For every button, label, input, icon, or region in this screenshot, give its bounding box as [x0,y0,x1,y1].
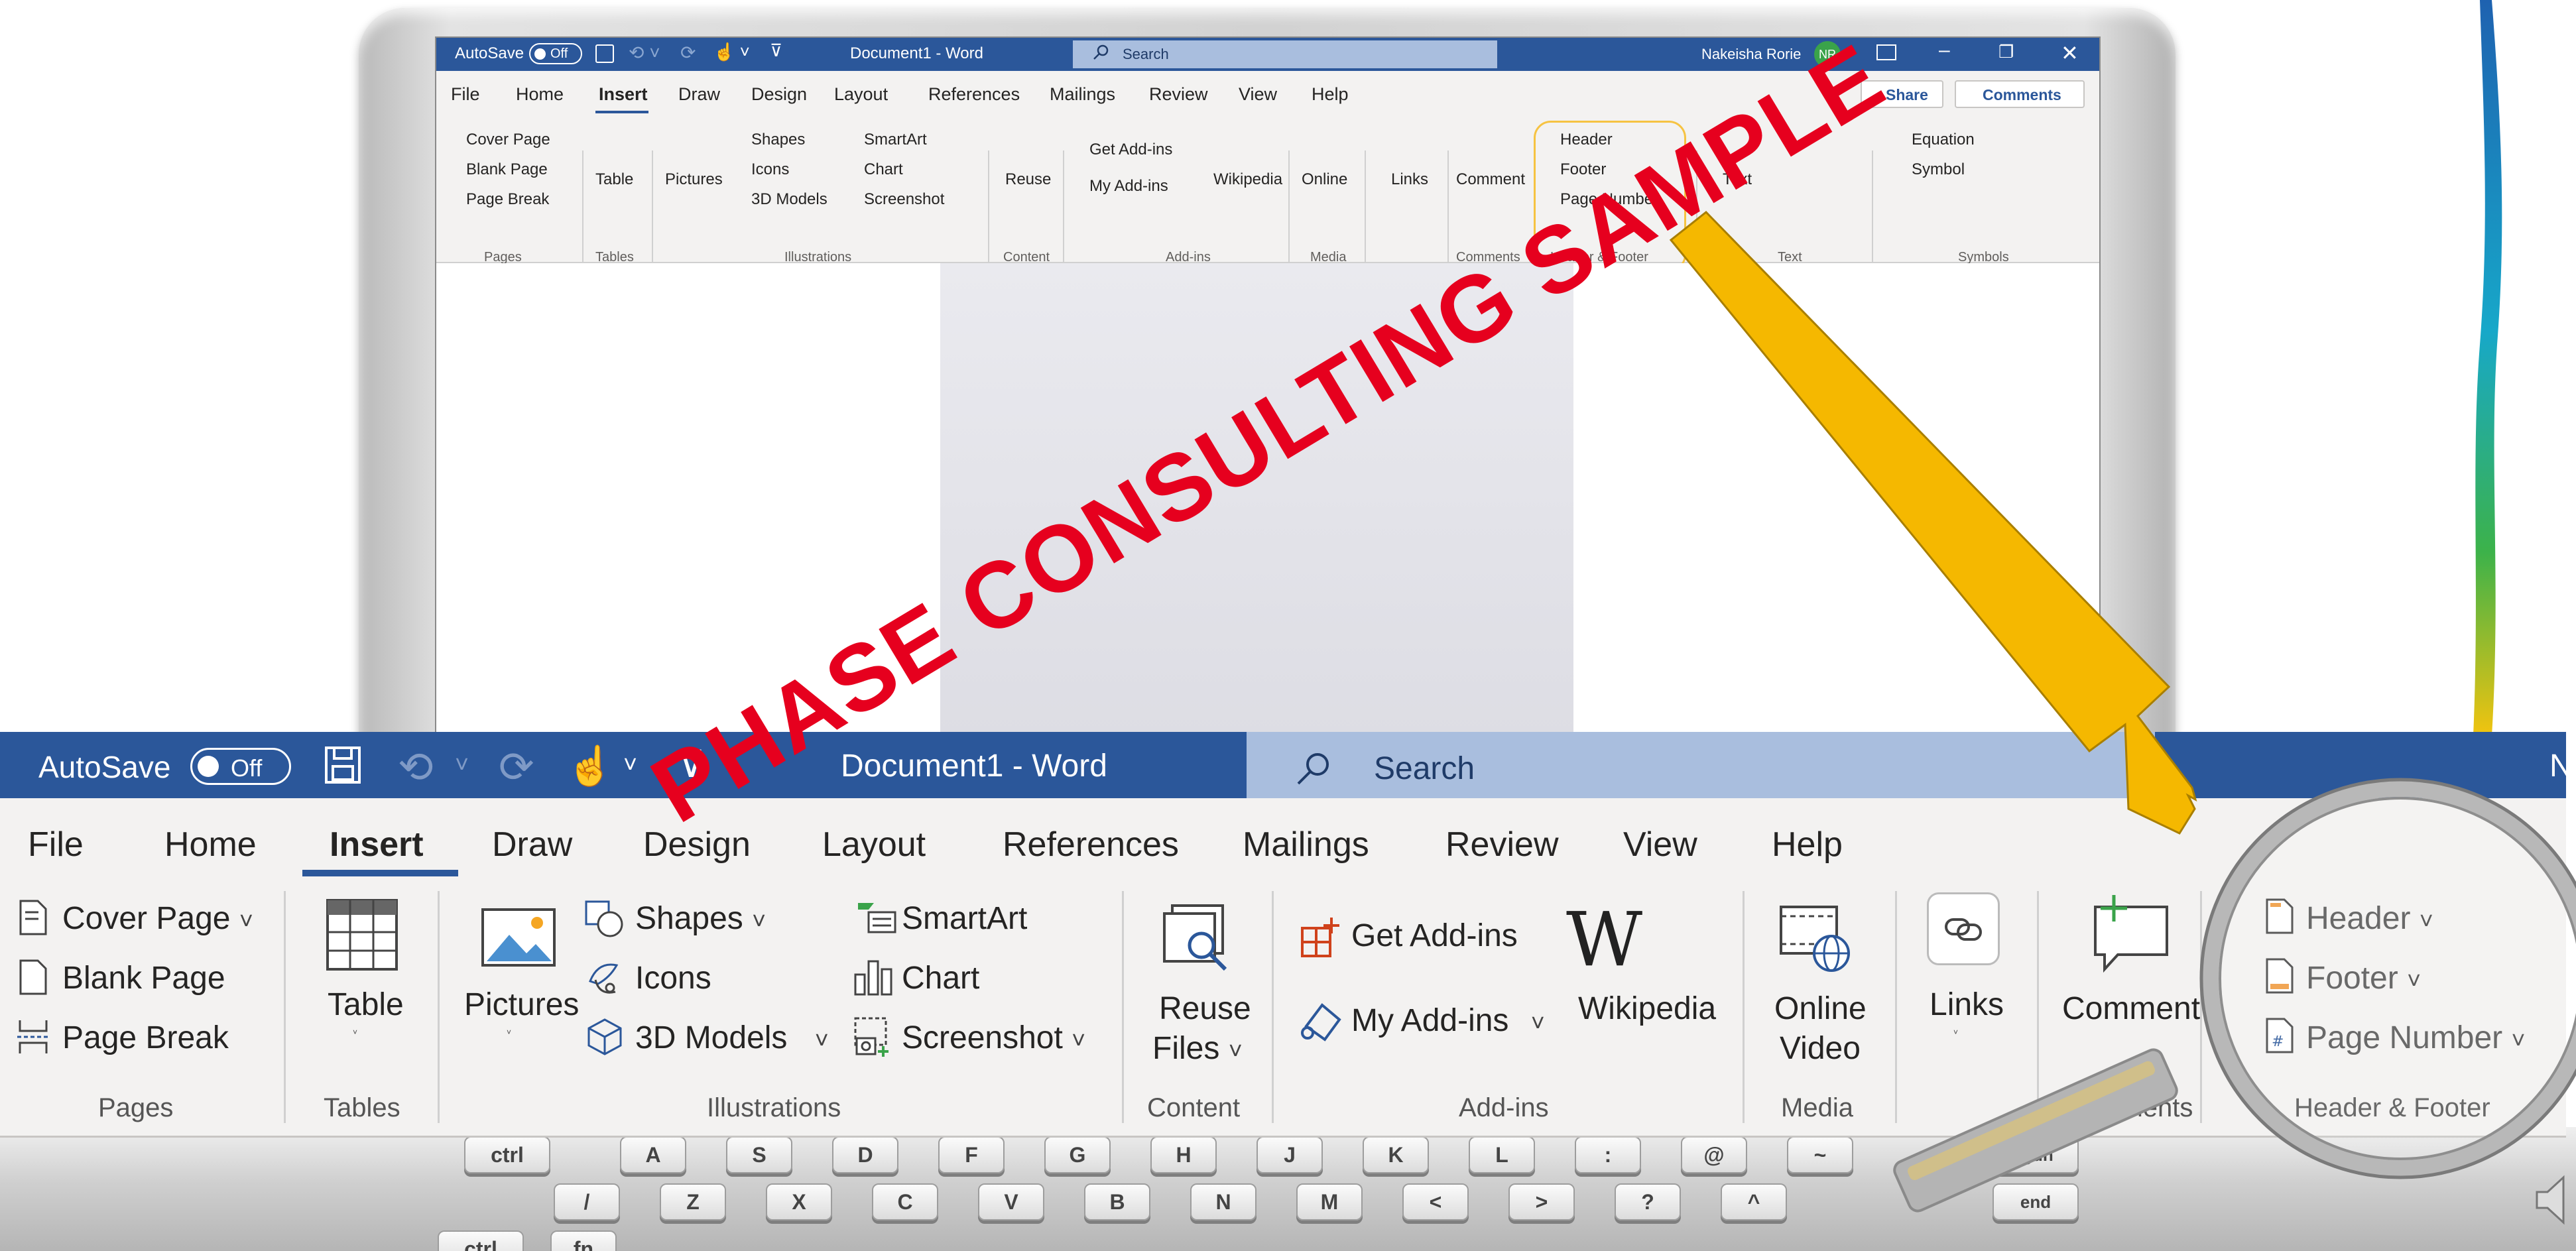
magnifier-icon [1893,778,2576,1213]
callout-overlay [1669,210,2576,1213]
speaker-icon[interactable] [2534,1173,2571,1226]
yellow-arrow [1669,210,2197,835]
